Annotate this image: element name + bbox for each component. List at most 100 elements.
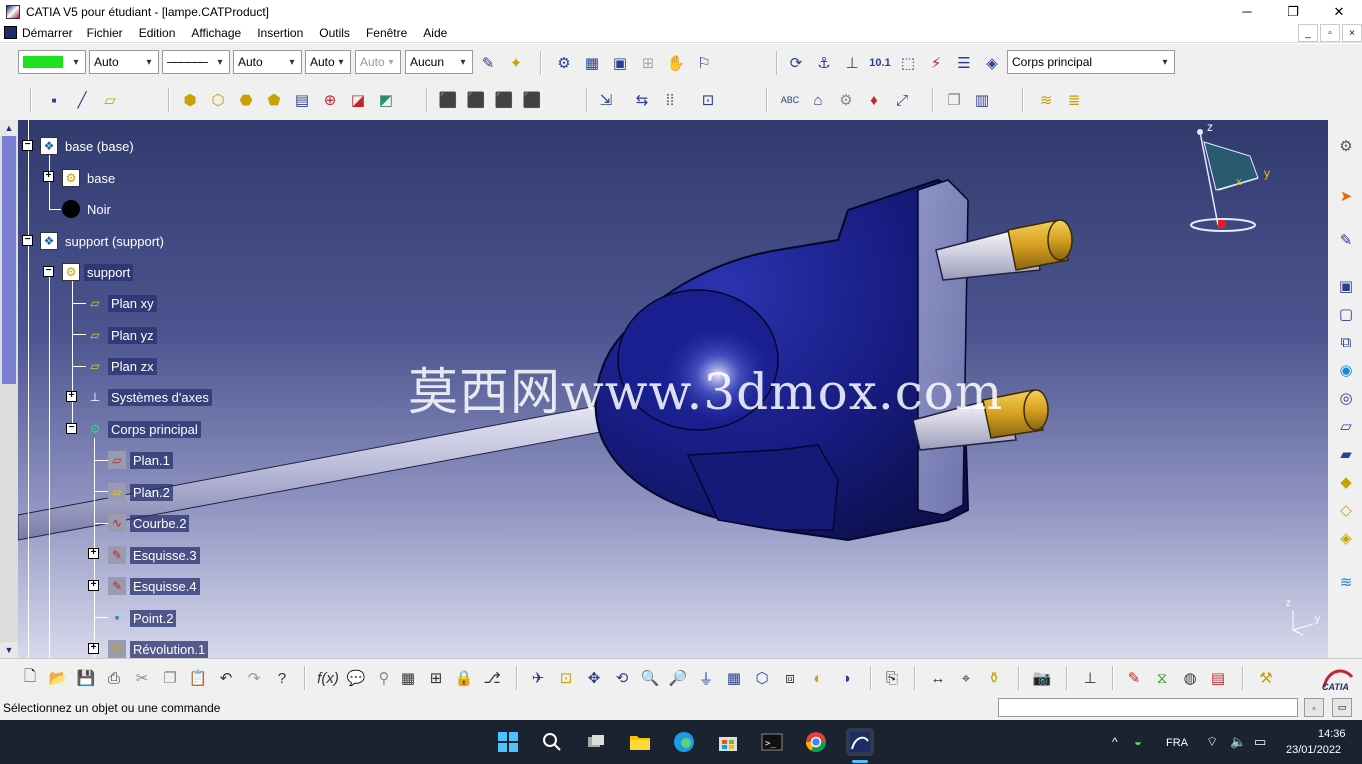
list-icon[interactable]: ☰ [952, 51, 976, 75]
menu-affichage[interactable]: Affichage [183, 26, 249, 40]
help-icon[interactable]: ? [270, 666, 294, 690]
wand-icon[interactable]: ✦ [504, 51, 528, 75]
stiffener-icon[interactable]: ◆ [1334, 470, 1358, 494]
measure-item-icon[interactable]: ⌖ [954, 666, 978, 690]
tree-node-plan-1[interactable]: ▱ Plan.1 [108, 449, 173, 471]
pocket-icon[interactable]: ⬡ [206, 88, 230, 112]
tree-node-plan-yz[interactable]: ▱ Plan yz [86, 324, 157, 346]
power-input-field[interactable] [998, 698, 1298, 717]
groove-feature-icon[interactable]: ◉ [1334, 358, 1358, 382]
menu-outils[interactable]: Outils [311, 26, 358, 40]
shaft-feature-icon[interactable]: ⧉ [1334, 330, 1358, 354]
dimension-icon[interactable]: 10.1 [868, 51, 892, 75]
tree-expand-icon[interactable]: + [43, 171, 54, 182]
battery-icon[interactable]: ▭ [1254, 734, 1266, 750]
color-stack-icon[interactable]: ▤ [1206, 666, 1230, 690]
analysis-sphere-icon[interactable]: ◍ [1178, 666, 1202, 690]
undo-icon[interactable]: ↶ [214, 666, 238, 690]
tree-node-base-part[interactable]: ⚙ base [62, 167, 118, 189]
tree-node-support-part[interactable]: ⚙ support [62, 261, 134, 283]
loft-icon[interactable]: ◇ [1334, 498, 1358, 522]
material-apply-icon[interactable]: ⚒ [1254, 666, 1278, 690]
camera-icon[interactable]: 📷 [1030, 666, 1054, 690]
iso-view-icon[interactable]: ⬡ [750, 666, 774, 690]
comment-icon[interactable]: 💬 [344, 666, 368, 690]
normal-view-icon[interactable]: ⏚ [694, 666, 718, 690]
zoom-in-icon[interactable]: 🔍 [638, 666, 662, 690]
table-icon[interactable]: ▦ [396, 666, 420, 690]
rib-icon[interactable]: ▤ [290, 88, 314, 112]
tree-collapse-icon[interactable]: − [22, 140, 33, 151]
draft-icon[interactable]: ⤢ [890, 88, 914, 112]
rib-feature-icon[interactable]: ▱ [1334, 414, 1358, 438]
catalog-icon[interactable]: ▦ [580, 51, 604, 75]
menu-insertion[interactable]: Insertion [249, 26, 311, 40]
tree-node-corps-principal[interactable]: ⚙ Corps principal [86, 418, 201, 440]
volume-icon[interactable]: 🔈 [1230, 734, 1246, 750]
doc-restore-button[interactable]: ▫ [1320, 24, 1340, 42]
point-icon[interactable]: ■ [42, 88, 66, 112]
clock-time[interactable]: 14:36 [1318, 728, 1346, 740]
clock-date[interactable]: 23/01/2022 [1286, 744, 1341, 756]
body-icon[interactable]: ◈ [980, 51, 1004, 75]
flag-note-icon[interactable]: ⌂ [806, 88, 830, 112]
cut-icon[interactable]: ✂ [130, 666, 154, 690]
apply-material-icon[interactable]: ♦ [862, 88, 886, 112]
fly-mode-icon[interactable]: ✈ [526, 666, 550, 690]
fly-icon[interactable]: ⚓ [812, 51, 836, 75]
tree-expand-icon[interactable]: + [66, 391, 77, 402]
lock-icon[interactable]: 🔒 [452, 666, 476, 690]
shaft-icon[interactable]: ⬣ [234, 88, 258, 112]
pattern-icon[interactable]: ⁞⁞ [658, 88, 682, 112]
tree-expand-icon[interactable]: + [88, 643, 99, 654]
analysis-icon[interactable]: ⚡ [924, 51, 948, 75]
chrome-browser-icon[interactable] [802, 728, 830, 756]
tray-overflow-icon[interactable]: ^ [1112, 735, 1118, 749]
tree-collapse-icon[interactable]: − [22, 235, 33, 246]
annotation-icon[interactable]: ABC [778, 88, 802, 112]
print-icon[interactable]: ⎙ [102, 666, 126, 690]
constraint-icon[interactable]: ⬚ [896, 51, 920, 75]
intersect-icon[interactable]: ⬛ [492, 88, 516, 112]
wifi-icon[interactable]: ⌔ [1206, 734, 1218, 750]
tree-node-base-product[interactable]: ❖ base (base) [40, 135, 137, 157]
stack-icon[interactable]: ≣ [1062, 88, 1086, 112]
union-trim-icon[interactable]: ⬛ [520, 88, 544, 112]
tree-expand-icon[interactable]: + [88, 580, 99, 591]
security-tray-icon[interactable]: ◒ [1134, 734, 1142, 749]
sketch-tool-icon[interactable]: ✎ [1122, 666, 1146, 690]
tree-node-esquisse-4[interactable]: ✎ Esquisse.4 [108, 575, 200, 597]
wireframe-icon[interactable]: ⧖ [1150, 666, 1174, 690]
rendering-style-combo[interactable]: Aucun ▾ [405, 50, 473, 74]
language-indicator[interactable]: FRA [1166, 737, 1188, 749]
tree-node-support-product[interactable]: ❖ support (support) [40, 230, 167, 252]
paste-icon[interactable]: 📋 [186, 666, 210, 690]
save-icon[interactable]: 💾 [74, 666, 98, 690]
scroll-up-arrow-icon[interactable]: ▲ [0, 120, 18, 136]
status-bar-button[interactable]: ▭ [1332, 698, 1352, 717]
tree-scrollbar[interactable]: ▲ ▼ [0, 120, 18, 658]
boolean-icon[interactable]: ⬛ [436, 88, 460, 112]
point-type-combo[interactable]: Auto ▾ [305, 50, 351, 74]
chamfer-icon[interactable]: ◩ [374, 88, 398, 112]
scroll-down-arrow-icon[interactable]: ▼ [0, 642, 18, 658]
zoom-out-icon[interactable]: 🔎 [666, 666, 690, 690]
multi-view-icon[interactable]: ▦ [722, 666, 746, 690]
pad-feature-icon[interactable]: ▣ [1334, 274, 1358, 298]
tree-node-point-2[interactable]: ■ Point.2 [108, 607, 177, 629]
tree-node-systemes-axes[interactable]: ⊥ Systèmes d'axes [86, 386, 212, 408]
hole-feature-icon[interactable]: ◎ [1334, 386, 1358, 410]
thread-icon[interactable]: ⚙ [834, 88, 858, 112]
menu-aide[interactable]: Aide [415, 26, 455, 40]
axis-tool-icon[interactable]: ⊥ [1078, 666, 1102, 690]
pocket-feature-icon[interactable]: ▢ [1334, 302, 1358, 326]
select-arrow-icon[interactable]: ➤ [1334, 184, 1358, 208]
color-combo[interactable]: ▾ [18, 50, 86, 74]
tree-node-material-noir[interactable]: Noir [62, 198, 114, 220]
scaling-icon[interactable]: ⊡ [696, 88, 720, 112]
maximize-button[interactable]: ❐ [1270, 0, 1316, 23]
update-icon[interactable]: ⚙ [552, 51, 576, 75]
task-view-icon[interactable] [582, 728, 610, 756]
line-icon[interactable]: ╱ [70, 88, 94, 112]
tree-collapse-icon[interactable]: − [66, 423, 77, 434]
